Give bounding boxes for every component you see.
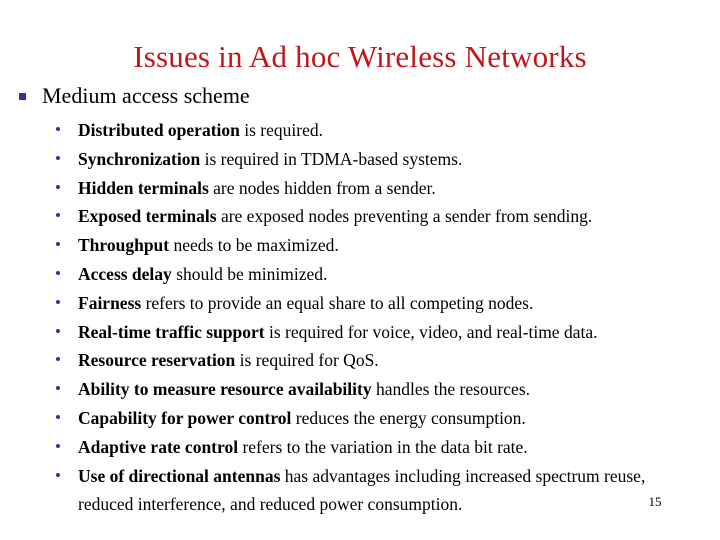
list-item-tail: needs to be maximized. bbox=[169, 235, 339, 256]
slide-body: Medium access scheme Distributed operati… bbox=[0, 82, 720, 519]
list-item-tail: are nodes hidden from a sender. bbox=[208, 177, 436, 198]
level1-bullet-item: Medium access scheme bbox=[0, 82, 720, 110]
level1-bullet-label: Medium access scheme bbox=[42, 83, 250, 108]
list-item: Throughput needs to be maximized. bbox=[0, 231, 720, 260]
dot-bullet-icon bbox=[56, 127, 60, 131]
list-item-lead: Resource reservation bbox=[78, 350, 236, 371]
list-item: Hidden terminals are nodes hidden from a… bbox=[0, 174, 720, 203]
list-item: Resource reservation is required for QoS… bbox=[0, 346, 720, 375]
list-item: Exposed terminals are exposed nodes prev… bbox=[0, 202, 720, 231]
page-title: Issues in Ad hoc Wireless Networks bbox=[133, 38, 587, 74]
list-item: Ability to measure resource availability… bbox=[0, 375, 720, 404]
list-item-lead: Throughput bbox=[78, 235, 170, 256]
dot-bullet-icon bbox=[56, 270, 60, 275]
dot-bullet-icon bbox=[56, 184, 60, 189]
list-item: Access delay should be minimized. bbox=[0, 260, 720, 289]
dot-bullet-icon bbox=[56, 299, 60, 304]
list-item-lead: Synchronization bbox=[78, 148, 201, 169]
list-item-tail: is required. bbox=[239, 120, 323, 140]
list-item: Adaptive rate control refers to the vari… bbox=[0, 433, 720, 462]
list-item: Fairness refers to provide an equal shar… bbox=[0, 289, 720, 318]
list-item-tail: are exposed nodes preventing a sender fr… bbox=[216, 206, 593, 227]
dot-bullet-icon bbox=[56, 472, 60, 477]
list-item: Real-time traffic support is required fo… bbox=[0, 318, 720, 347]
list-item: Capability for power control reduces the… bbox=[0, 404, 720, 433]
slide-number: 15 bbox=[648, 494, 662, 509]
list-item-lead: Ability to measure resource availability bbox=[78, 379, 372, 400]
list-item-tail: should be minimized. bbox=[171, 263, 328, 284]
list-item: Synchronization is required in TDMA-base… bbox=[0, 145, 720, 174]
list-item-lead: Adaptive rate control bbox=[78, 436, 239, 457]
dot-bullet-icon bbox=[56, 242, 60, 247]
sub-bullet-list: Distributed operation is required. Synch… bbox=[0, 116, 720, 519]
list-item-lead: Capability for power control bbox=[78, 407, 292, 428]
list-item-lead: Exposed terminals bbox=[78, 206, 217, 227]
list-item-tail: refers to the variation in the data bit … bbox=[238, 436, 528, 457]
list-item-lead: Use of directional antennas bbox=[78, 465, 281, 486]
dot-bullet-icon bbox=[56, 328, 60, 333]
list-item-lead: Access delay bbox=[78, 263, 172, 284]
list-item-lead: Fairness bbox=[78, 292, 142, 313]
square-bullet-icon bbox=[19, 93, 26, 100]
list-item-tail: reduces the energy consumption. bbox=[291, 407, 526, 428]
dot-bullet-icon bbox=[56, 414, 60, 419]
dot-bullet-icon bbox=[56, 155, 60, 160]
list-item: Distributed operation is required. bbox=[0, 116, 720, 145]
dot-bullet-icon bbox=[56, 357, 60, 362]
dot-bullet-icon bbox=[56, 443, 60, 448]
list-item-lead: Real-time traffic support bbox=[78, 321, 265, 342]
list-item-lead: Distributed operation bbox=[78, 120, 240, 140]
list-item-tail: is required for QoS. bbox=[235, 350, 379, 371]
list-item-lead: Hidden terminals bbox=[78, 177, 209, 198]
list-item: Use of directional antennas has advantag… bbox=[0, 462, 720, 520]
list-item-tail: handles the resources. bbox=[371, 379, 531, 400]
slide-canvas: Issues in Ad hoc Wireless Networks Mediu… bbox=[0, 0, 720, 540]
list-item-tail: is required for voice, video, and real-t… bbox=[264, 321, 598, 342]
dot-bullet-icon bbox=[56, 213, 60, 218]
list-item-tail: is required in TDMA-based systems. bbox=[200, 148, 463, 169]
list-item-tail: refers to provide an equal share to all … bbox=[141, 292, 534, 313]
dot-bullet-icon bbox=[56, 386, 60, 391]
